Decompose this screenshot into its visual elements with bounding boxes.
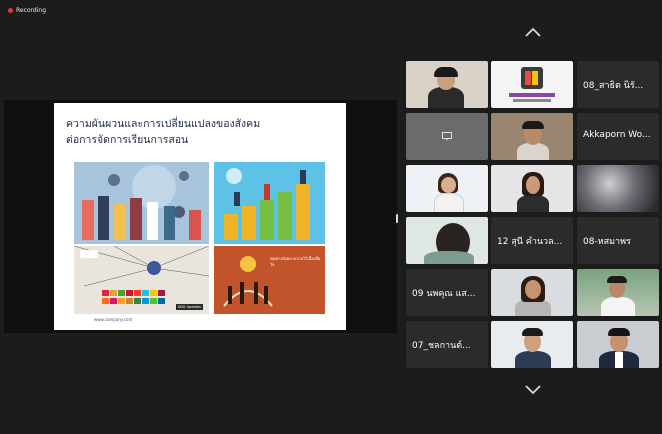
- participant-name: 08_สาธิต นิรั...: [583, 81, 644, 91]
- slide-title: ความผันผวนและการเปลี่ยนแปลงของสังคม ต่อก…: [66, 116, 336, 148]
- video-tile-closeup[interactable]: [577, 165, 659, 212]
- recording-label: Recording: [16, 7, 47, 14]
- video-tile-n1[interactable]: 08_สาธิต นิรั...: [577, 61, 659, 108]
- social-capital-caption: ทุนทางสังคม ความไว้เนื้อเชื่อใจ: [270, 256, 321, 267]
- split-view-handle[interactable]: [396, 214, 398, 223]
- video-tile-n5[interactable]: 09 นพคุณ แส...: [406, 269, 488, 316]
- record-dot-icon: [8, 8, 13, 13]
- screen-icon: [442, 132, 452, 141]
- video-tile-young-man[interactable]: [491, 321, 573, 368]
- video-tile-woman-smiling[interactable]: [491, 269, 573, 316]
- video-tile-active-speaker[interactable]: [406, 61, 488, 108]
- gallery-next-button[interactable]: [524, 384, 542, 400]
- video-tile-n4[interactable]: 08-หสมาพร: [577, 217, 659, 264]
- presentation-slide: ความผันผวนและการเปลี่ยนแปลงของสังคม ต่อก…: [54, 103, 346, 330]
- video-tile-n2[interactable]: Akkaporn Wo...: [577, 113, 659, 160]
- video-tile-woman[interactable]: [491, 165, 573, 212]
- participant-name: 08-หสมาพร: [583, 237, 631, 247]
- meeting-window: Recording ความผันผวนและการเปลี่ยนแปลงของ…: [0, 0, 662, 434]
- participant-name: 07_ชลกานต์...: [412, 341, 471, 351]
- recording-indicator: Recording: [8, 7, 46, 14]
- video-tile-man-outdoor[interactable]: [577, 269, 659, 316]
- slide-image-social-capital: ทุนทางสังคม ความไว้เนื้อเชื่อใจ: [214, 246, 325, 314]
- participant-name: 12 สุนี คำนวล...: [497, 237, 563, 247]
- slide-image-coins: [214, 162, 325, 244]
- participant-name: Akkaporn Wo...: [583, 130, 651, 140]
- slide-url: www.company.com: [94, 317, 133, 322]
- slide-title-line-1: ความผันผวนและการเปลี่ยนแปลงของสังคม: [66, 118, 261, 130]
- slide-image-sdgs: SDG Updates: [74, 246, 209, 314]
- video-tile-man-suit[interactable]: [577, 321, 659, 368]
- chevron-up-icon: [525, 27, 541, 37]
- video-tile-man-headset[interactable]: [491, 113, 573, 160]
- slide-image-covid: [74, 162, 209, 244]
- video-tile-placeholder[interactable]: [406, 113, 488, 160]
- video-tile-back-of-head[interactable]: [406, 217, 488, 264]
- sdg-badge: SDG Updates: [175, 304, 203, 310]
- participant-name: 09 นพคุณ แส...: [412, 289, 476, 299]
- video-tile-n3[interactable]: 12 สุนี คำนวล...: [491, 217, 573, 264]
- video-tile-logo[interactable]: [491, 61, 573, 108]
- slide-title-line-2: ต่อการจัดการเรียนการสอน: [66, 134, 189, 146]
- video-tile-n6[interactable]: 07_ชลกานต์...: [406, 321, 488, 368]
- chevron-down-icon: [525, 385, 541, 395]
- video-tile-woman-slide[interactable]: [406, 165, 488, 212]
- gallery-prev-button[interactable]: [524, 26, 542, 42]
